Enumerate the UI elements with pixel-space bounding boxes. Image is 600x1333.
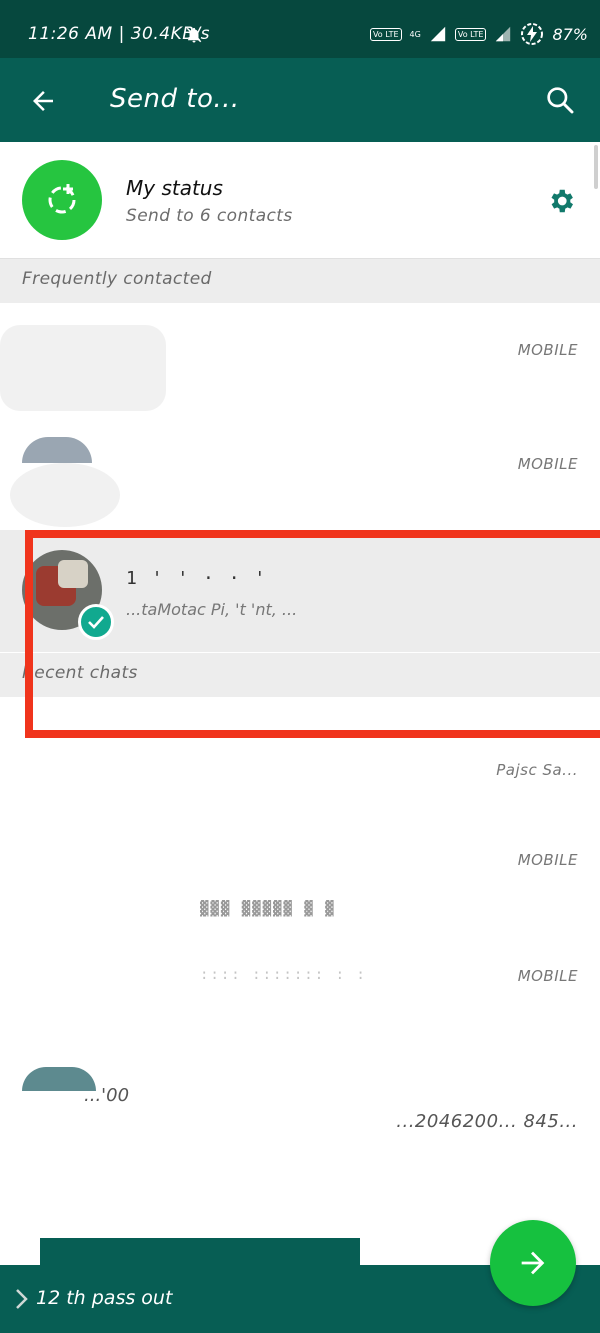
- contact-subtitle: ...2046200... 845...: [396, 1111, 578, 1132]
- contact-subtitle: Pajsc Sa...: [496, 761, 578, 779]
- selected-check-icon: [78, 604, 114, 640]
- battery-level: 87%: [552, 24, 588, 44]
- list-item[interactable]: MOBILE :::: ::::::: : :: [0, 937, 600, 1045]
- avatar: [22, 437, 92, 463]
- contact-type-label: MOBILE: [517, 851, 578, 869]
- recent-chats-header: Recent chats: [0, 653, 600, 697]
- send-button[interactable]: [490, 1220, 576, 1306]
- list-item[interactable]: MOBILE ▓▓▓ ▓▓▓▓▓ ▓ ▓: [0, 817, 600, 937]
- network-4g-label: 4G: [409, 29, 421, 39]
- mute-bell-icon: [186, 27, 202, 43]
- contact-type-label: MOBILE: [517, 341, 578, 359]
- avatar: [0, 325, 166, 411]
- add-status-icon: [48, 184, 76, 214]
- list-item[interactable]: MOBILE: [0, 303, 600, 417]
- signal-icon-2: [496, 26, 511, 42]
- status-time: 11:26 AM | 30.4KB/s: [28, 24, 210, 44]
- contact-subtitle: ...taMotac Pi, 't 'nt, ...: [126, 600, 298, 619]
- contact-name: ...'00: [84, 1085, 130, 1106]
- my-status-title: My status: [126, 176, 223, 200]
- back-arrow-icon[interactable]: [28, 86, 58, 116]
- page-title: Send to...: [110, 84, 240, 114]
- contact-type-label: MOBILE: [517, 967, 578, 985]
- gear-icon[interactable]: [546, 186, 576, 216]
- system-status-bar: 11:26 AM | 30.4KB/s Vo LTE 4G Vo LTE 87%: [0, 0, 600, 58]
- list-item[interactable]: ...'00 ...2046200... 845...: [0, 1045, 600, 1205]
- search-icon[interactable]: [544, 84, 576, 116]
- chevron-right-icon: [16, 1289, 28, 1309]
- list-item[interactable]: MOBILE: [0, 417, 600, 530]
- arrow-right-icon: [521, 1251, 545, 1275]
- contact-type-label: MOBILE: [517, 455, 578, 473]
- battery-charging-icon: [521, 23, 544, 45]
- my-status-row[interactable]: My status Send to 6 contacts: [0, 142, 600, 259]
- list-item[interactable]: Pajsc Sa...: [0, 697, 600, 817]
- app-bar: Send to...: [0, 58, 600, 142]
- my-status-subtitle: Send to 6 contacts: [126, 206, 293, 226]
- frequently-contacted-header: Frequently contacted: [0, 259, 600, 303]
- partial-list-item: [40, 1238, 360, 1266]
- volte-badge-1: Vo LTE: [369, 27, 402, 41]
- volte-badge-2: Vo LTE: [454, 27, 487, 41]
- status-avatar: [22, 160, 102, 240]
- selected-recipients-text: 12 th pass out: [36, 1287, 173, 1309]
- signal-icon: [430, 26, 446, 42]
- scrollbar[interactable]: [594, 145, 598, 189]
